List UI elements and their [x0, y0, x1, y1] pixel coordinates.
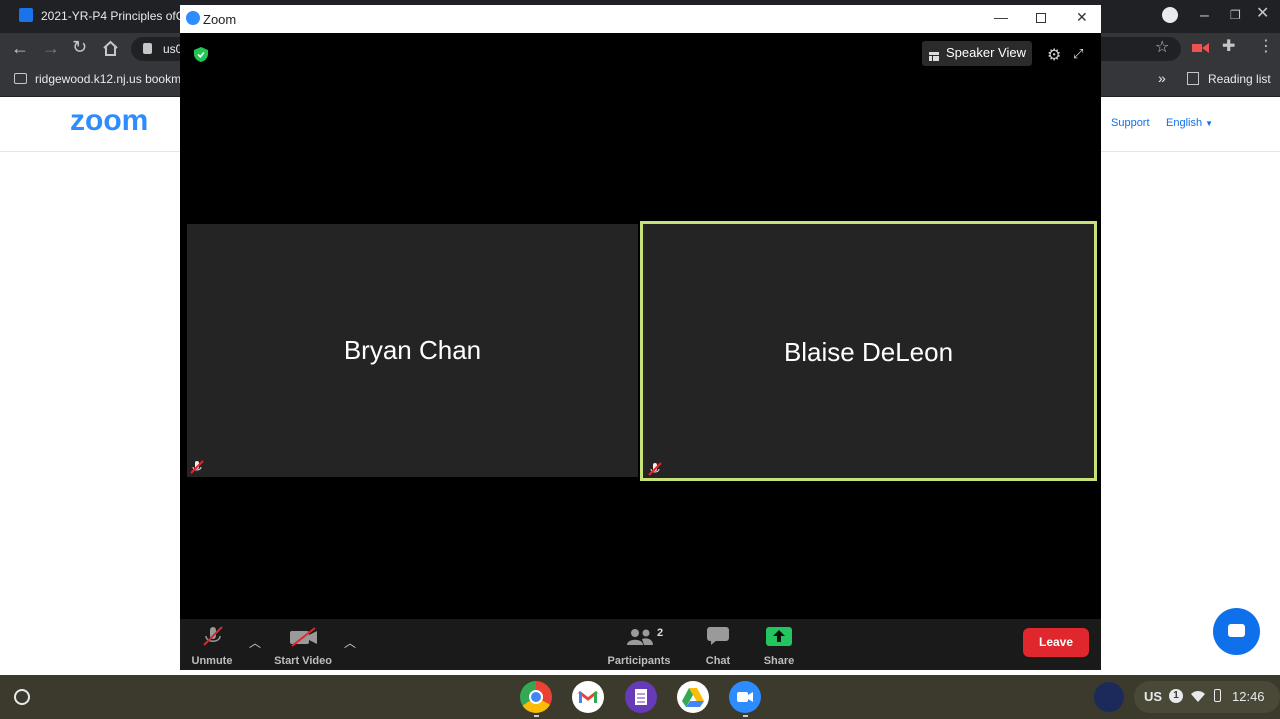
leave-meeting-button[interactable]: Leave	[1023, 628, 1089, 657]
user-avatar[interactable]	[1094, 682, 1124, 712]
support-link[interactable]: Support	[1111, 117, 1150, 129]
unmute-button[interactable]: Unmute	[188, 623, 236, 667]
share-arrow-icon	[766, 627, 792, 646]
speaker-view-button[interactable]: Speaker View	[922, 41, 1032, 66]
wifi-icon	[1190, 689, 1206, 708]
maximize-icon[interactable]	[1036, 13, 1046, 23]
running-indicator	[534, 715, 539, 717]
address-bar-end: ☆	[1101, 37, 1181, 61]
audio-options-chevron-icon[interactable]: ︿	[249, 634, 261, 651]
settings-gear-icon[interactable]: ⚙	[1047, 45, 1061, 65]
meeting-controls-bar: Unmute ︿ Start Video ︿ 2 Participants Ch…	[180, 619, 1101, 670]
notification-count: 1	[1169, 689, 1183, 703]
window-title: Zoom	[203, 12, 237, 27]
zoom-app-icon	[186, 11, 200, 25]
participants-icon	[626, 628, 654, 651]
support-chat-button[interactable]	[1213, 608, 1260, 655]
chrome-menu-icon[interactable]: ⋮	[1258, 39, 1274, 55]
drive-app-icon[interactable]	[677, 681, 709, 713]
tab-search-icon[interactable]	[1162, 7, 1178, 23]
participant-name: Blaise DeLeon	[783, 337, 954, 367]
launcher-icon[interactable]	[14, 689, 30, 705]
chat-icon	[706, 626, 730, 651]
muted-mic-icon	[202, 625, 224, 652]
running-indicator	[743, 715, 748, 717]
participants-count: 2	[657, 627, 664, 639]
bookmark-star-icon[interactable]: ☆	[1155, 40, 1169, 56]
fullscreen-icon[interactable]: ⤢	[1073, 46, 1083, 62]
zoom-app-shelf-icon[interactable]	[729, 681, 761, 713]
share-screen-button[interactable]: Share	[758, 623, 800, 667]
participant-tile[interactable]: Bryan Chan	[187, 224, 638, 477]
close-icon[interactable]: ✕	[1076, 9, 1088, 26]
participant-tile-active-speaker[interactable]: Blaise DeLeon	[640, 221, 1097, 481]
start-video-button[interactable]: Start Video	[270, 623, 336, 667]
bookmark-folder[interactable]: ridgewood.k12.nj.us bookma	[35, 72, 181, 86]
restore-browser-icon[interactable]: ❐	[1230, 7, 1241, 23]
folder-icon	[14, 73, 27, 84]
battery-icon	[1214, 689, 1221, 702]
address-bar[interactable]: us0	[131, 37, 182, 61]
classroom-tab-icon	[19, 8, 33, 22]
chevron-down-icon: ▼	[1205, 119, 1214, 128]
speaker-view-label: Speaker View	[946, 45, 1026, 60]
chat-bubble-icon	[1228, 624, 1245, 637]
unmute-label: Unmute	[191, 655, 233, 667]
participants-label: Participants	[607, 655, 671, 667]
bookmark-overflow[interactable]: »	[1158, 70, 1166, 86]
zoom-meeting-window: Zoom — ✕ Speaker View ⚙ ⤢ Bryan Chan Bla…	[180, 5, 1101, 670]
home-icon[interactable]	[102, 40, 119, 62]
lock-icon	[143, 43, 152, 54]
view-grid-icon	[929, 49, 939, 61]
zoom-logo[interactable]: zoom	[70, 104, 148, 138]
participant-name: Bryan Chan	[343, 335, 482, 365]
participants-button[interactable]: 2 Participants	[604, 623, 674, 667]
muted-mic-icon	[648, 462, 662, 481]
back-icon[interactable]: ←	[11, 39, 29, 57]
zoom-titlebar: Zoom — ✕	[180, 5, 1101, 33]
clock: 12:46	[1232, 689, 1265, 704]
status-tray[interactable]: US 1 12:46	[1134, 681, 1280, 713]
os-shelf: US 1 12:46	[0, 675, 1280, 719]
reading-list-icon	[1187, 72, 1199, 85]
language-select[interactable]: English ▼	[1166, 117, 1213, 129]
extensions-puzzle-icon[interactable]: ✚	[1222, 39, 1235, 55]
start-video-label: Start Video	[274, 655, 332, 667]
chrome-app-icon[interactable]	[520, 681, 552, 713]
video-options-chevron-icon[interactable]: ︿	[344, 634, 356, 651]
chat-label: Chat	[705, 655, 731, 667]
reload-icon[interactable]: ↻	[72, 38, 87, 56]
muted-mic-icon	[190, 460, 204, 479]
close-browser-icon[interactable]: ✕	[1256, 6, 1269, 22]
extension-record-icon[interactable]	[1192, 41, 1210, 55]
forward-icon[interactable]: →	[42, 39, 60, 57]
video-off-icon	[289, 627, 319, 652]
browser-tab-title[interactable]: 2021-YR-P4 Principles ofCS	[41, 9, 181, 23]
minimize-icon[interactable]: —	[994, 9, 1008, 25]
language-label: English	[1166, 117, 1203, 129]
gmail-app-icon[interactable]	[572, 681, 604, 713]
security-shield-icon[interactable]	[194, 47, 208, 67]
forms-app-icon[interactable]	[625, 681, 657, 713]
keyboard-layout: US	[1144, 689, 1163, 704]
chat-button[interactable]: Chat	[698, 623, 738, 667]
minimize-browser-icon[interactable]: –	[1200, 8, 1209, 24]
reading-list-button[interactable]: Reading list	[1208, 72, 1271, 86]
share-label: Share	[763, 655, 795, 667]
